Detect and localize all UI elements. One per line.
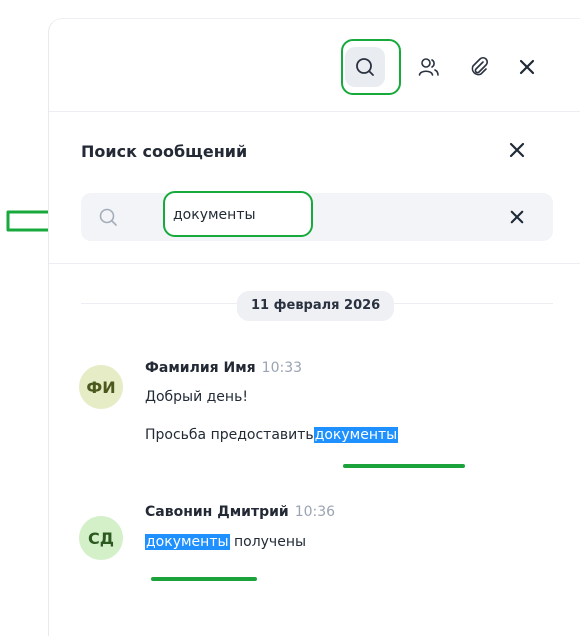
- message-time: 10:36: [294, 504, 336, 520]
- users-icon: [418, 58, 439, 76]
- message-text-part: получены: [229, 534, 307, 550]
- search-match-highlight: документы: [145, 534, 230, 550]
- search-icon: [99, 208, 117, 226]
- panel-toolbar: [49, 19, 580, 111]
- search-divider: [49, 263, 580, 264]
- search-input[interactable]: документы: [81, 191, 553, 241]
- close-icon: [519, 59, 535, 75]
- date-separator: 11 февраля 2026: [237, 291, 395, 321]
- search-panel-title: Поиск сообщений: [81, 142, 248, 161]
- avatar: ФИ: [79, 365, 123, 409]
- message-author: Савонин Дмитрий: [145, 504, 289, 520]
- participants-button[interactable]: [409, 47, 449, 87]
- message-header: Савонин Дмитрий 10:36: [145, 504, 335, 520]
- annotation-underline: [151, 577, 257, 581]
- message-text-part: Просьба предоставить: [145, 427, 314, 443]
- search-match-highlight: документы: [313, 427, 399, 443]
- search-button[interactable]: [345, 47, 385, 87]
- search-query-text[interactable]: документы: [173, 207, 256, 223]
- avatar: СД: [79, 516, 123, 560]
- clear-search-button[interactable]: [501, 201, 533, 233]
- message-text: документы получены: [145, 534, 306, 550]
- close-search-button[interactable]: [501, 134, 533, 166]
- search-icon: [356, 58, 374, 76]
- close-panel-button[interactable]: [507, 47, 547, 87]
- message-text: Просьба предоставитьдокументы: [145, 427, 399, 443]
- toolbar-divider: [49, 111, 580, 112]
- message-text: Добрый день!: [145, 389, 248, 405]
- message-time: 10:33: [261, 360, 303, 376]
- annotation-underline: [343, 464, 465, 468]
- message-header: Фамилия Имя 10:33: [145, 360, 302, 376]
- close-icon: [510, 210, 524, 224]
- paperclip-icon: [471, 56, 489, 76]
- chat-side-panel: Поиск сообщений документы 11 февраля 202…: [48, 18, 580, 636]
- close-icon: [509, 142, 525, 158]
- message-author: Фамилия Имя: [145, 360, 256, 376]
- attachments-button[interactable]: [459, 47, 499, 87]
